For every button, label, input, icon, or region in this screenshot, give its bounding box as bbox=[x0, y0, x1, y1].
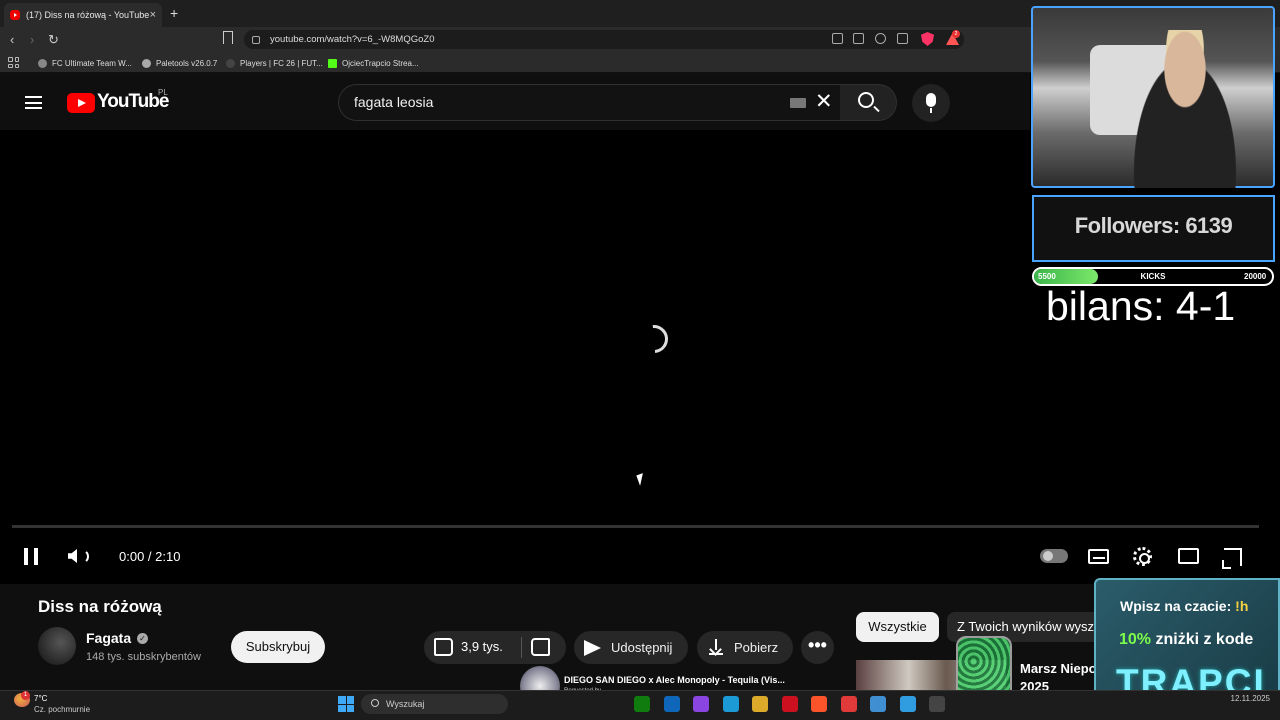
bookmark-paletools[interactable]: Paletools v26.0.7 bbox=[142, 55, 217, 71]
fullscreen-icon[interactable] bbox=[1222, 548, 1242, 569]
menu-icon[interactable] bbox=[25, 96, 42, 109]
obs-app-icon[interactable] bbox=[929, 696, 945, 712]
weather-badge: 1 bbox=[21, 691, 30, 700]
thumbs-up-icon[interactable] bbox=[434, 638, 453, 656]
weather-description[interactable]: Cz. pochmurnie bbox=[34, 705, 90, 714]
kick-favicon-icon bbox=[328, 58, 337, 68]
progress-bar[interactable] bbox=[12, 525, 1259, 528]
pause-icon[interactable] bbox=[24, 548, 38, 565]
whiteboard-app-icon[interactable] bbox=[899, 696, 916, 712]
browser-tab[interactable]: (17) Diss na różową - YouTube × bbox=[4, 3, 162, 27]
share-page-icon[interactable] bbox=[897, 33, 908, 44]
reload-button[interactable]: ↻ bbox=[48, 32, 59, 48]
bookmark-players-fc26[interactable]: Players | FC 26 | FUT... bbox=[226, 55, 323, 71]
followers-count: Followers: 6139 bbox=[1074, 213, 1233, 238]
twitch-app-icon[interactable] bbox=[693, 696, 709, 712]
download-icon bbox=[709, 639, 723, 655]
more-actions-button[interactable]: ••• bbox=[801, 631, 834, 664]
thumbs-down-icon[interactable] bbox=[531, 638, 550, 656]
download-label: Pobierz bbox=[734, 640, 779, 655]
bookmark-fc-ultimate-team[interactable]: FC Ultimate Team W... bbox=[38, 55, 132, 71]
like-count[interactable]: 3,9 tys. bbox=[461, 639, 503, 654]
vscode-app-icon[interactable] bbox=[663, 696, 680, 712]
country-code: PL bbox=[158, 88, 168, 97]
new-tab-button[interactable]: + bbox=[170, 5, 178, 21]
channel-avatar[interactable] bbox=[38, 627, 76, 665]
youtube-logo-icon[interactable] bbox=[67, 93, 95, 113]
keyboard-icon[interactable] bbox=[790, 98, 806, 108]
clear-search-icon[interactable]: ✕ bbox=[815, 91, 833, 112]
bookmark-ojciectrapcio[interactable]: OjciecTrapcio Strea... bbox=[328, 55, 419, 71]
cast-icon[interactable] bbox=[853, 33, 864, 44]
subtitles-icon[interactable] bbox=[1088, 549, 1109, 564]
vivaldi-app-icon[interactable] bbox=[840, 696, 857, 712]
youtube-favicon-icon bbox=[10, 10, 20, 20]
rewards-badge: 2 bbox=[952, 30, 960, 38]
bookmark-favicon-icon bbox=[142, 58, 151, 68]
tab-close-icon[interactable]: × bbox=[150, 9, 156, 21]
opera-app-icon[interactable] bbox=[781, 696, 798, 712]
settings-gear-icon[interactable] bbox=[1133, 547, 1152, 566]
zoom-icon[interactable] bbox=[875, 33, 886, 44]
xbox-app-icon[interactable] bbox=[634, 696, 650, 712]
taskbar-clock[interactable]: 12.11.2025 bbox=[1200, 694, 1270, 703]
apps-grid-icon[interactable] bbox=[8, 57, 19, 68]
windows-start-icon[interactable] bbox=[338, 696, 354, 712]
site-info-icon[interactable] bbox=[252, 35, 260, 44]
theater-mode-icon[interactable] bbox=[1178, 548, 1199, 564]
edge-app-icon[interactable] bbox=[722, 696, 739, 712]
photos-app-icon[interactable] bbox=[870, 696, 886, 712]
webcam-streamer bbox=[1120, 30, 1250, 188]
bookmark-icon[interactable] bbox=[223, 31, 233, 44]
search-query[interactable]: fagata leosia bbox=[354, 94, 433, 110]
now-playing-title: DIEGO SAN DIEGO x Alec Monopoly - Tequil… bbox=[564, 675, 785, 685]
subscriber-count: 148 tys. subskrybentów bbox=[86, 651, 201, 663]
score-bilans: bilans: 4-1 bbox=[1046, 283, 1236, 329]
chrome-app-icon[interactable] bbox=[752, 696, 768, 712]
bookmark-favicon-icon bbox=[226, 58, 235, 68]
forward-button[interactable]: › bbox=[30, 32, 34, 47]
tab-title: (17) Diss na różową - YouTube bbox=[26, 10, 150, 20]
time-display: 0:00 / 2:10 bbox=[119, 549, 181, 564]
autoplay-toggle[interactable] bbox=[1040, 549, 1068, 563]
search-icon[interactable] bbox=[858, 92, 874, 108]
microphone-icon[interactable] bbox=[926, 93, 936, 113]
taskbar-search-input[interactable]: Wyszukaj bbox=[361, 694, 508, 714]
url-text: youtube.com/watch?v=6_-W8MQGoZ0 bbox=[270, 34, 435, 45]
subscribe-button[interactable]: Subskrybuj bbox=[231, 631, 325, 663]
brave-app-icon[interactable] bbox=[811, 696, 827, 712]
promo-line-1: Wpisz na czacie: !h bbox=[1120, 598, 1249, 614]
share-arrow-icon bbox=[584, 640, 601, 656]
kicks-label: KICKS bbox=[1140, 272, 1166, 281]
taskbar-search-icon bbox=[371, 699, 379, 707]
verified-icon: ✓ bbox=[137, 633, 148, 644]
like-divider bbox=[521, 637, 522, 658]
bookmark-favicon-icon bbox=[38, 58, 47, 68]
channel-name[interactable]: Fagata bbox=[86, 630, 131, 646]
video-title: Diss na różową bbox=[38, 597, 162, 616]
back-button[interactable]: ‹ bbox=[10, 32, 14, 47]
mute-tab-icon[interactable] bbox=[832, 33, 843, 44]
promo-line-2: 10% zniżki z kode bbox=[1119, 631, 1254, 648]
weather-temperature[interactable]: 7°C bbox=[34, 694, 47, 703]
chip-all[interactable]: Wszystkie bbox=[856, 612, 939, 642]
kicks-goal: 20000 bbox=[1244, 272, 1267, 281]
share-label: Udostępnij bbox=[611, 640, 673, 655]
